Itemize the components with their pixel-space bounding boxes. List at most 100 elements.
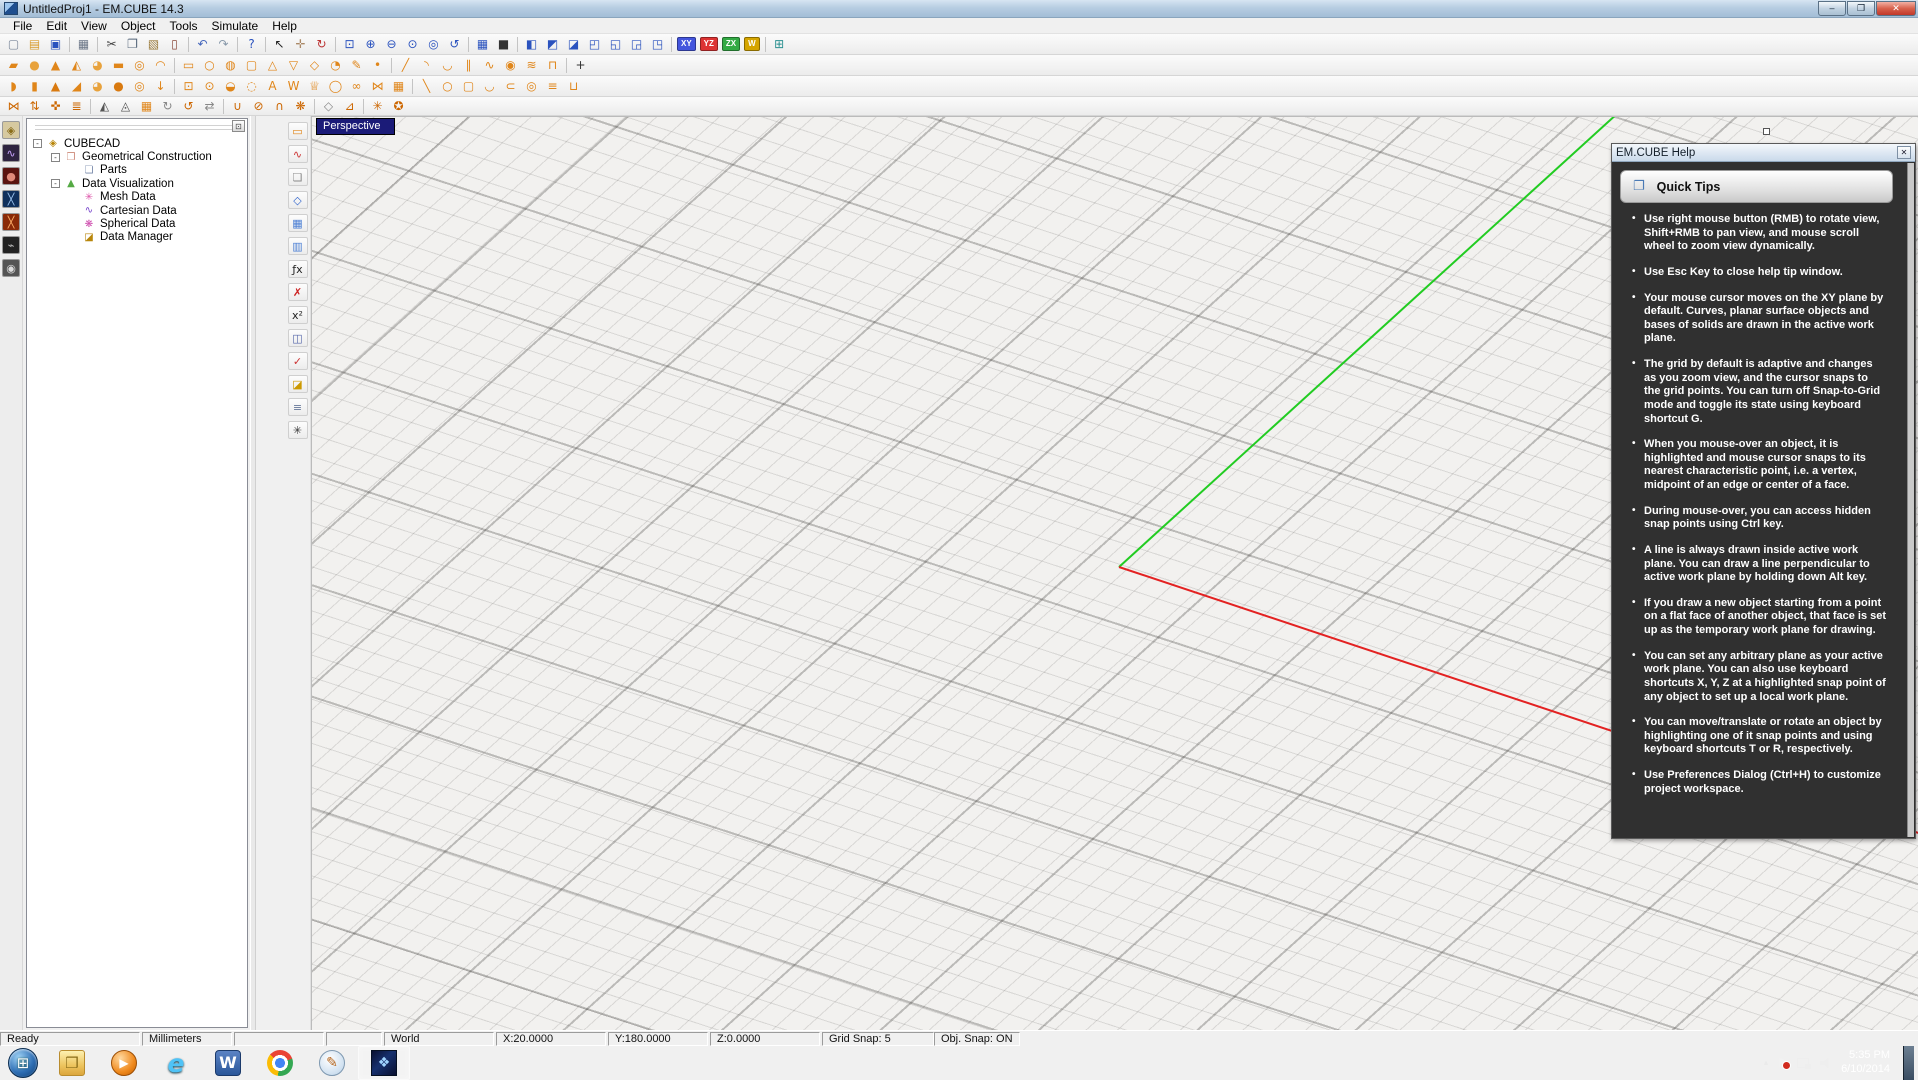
draw-sphere-button[interactable]: ● (24, 56, 45, 74)
draw-parallel-lines-button[interactable]: ∥ (458, 56, 479, 74)
module-dark-plug[interactable]: ⌁ (2, 236, 20, 254)
poly-surface-button[interactable]: W (283, 77, 304, 95)
ring-button[interactable]: ◯ (325, 77, 346, 95)
module-camera[interactable]: ◉ (2, 259, 20, 277)
open-file-button[interactable]: ▤ (24, 35, 45, 53)
module-red-sphere[interactable]: ● (2, 167, 20, 185)
undo-button[interactable]: ↶ (192, 35, 213, 53)
tree-item-parts[interactable]: ❏ Parts (27, 164, 247, 177)
panel-grip[interactable] (35, 129, 237, 131)
explode-button[interactable]: ❋ (290, 97, 311, 115)
menu-item[interactable]: File (6, 19, 39, 33)
menu-item[interactable]: Edit (39, 19, 74, 33)
draw-ellipsoid-button[interactable]: ◕ (87, 56, 108, 74)
draw-polygon-button[interactable]: ◇ (304, 56, 325, 74)
zoom-window-button[interactable]: ⊡ (339, 35, 360, 53)
delete-button[interactable]: ▯ (164, 35, 185, 53)
solid-torus-button[interactable]: ◎ (129, 77, 150, 95)
outline-track-button[interactable]: ⊔ (563, 77, 584, 95)
import-solid-button[interactable]: ↓ (150, 77, 171, 95)
draw-rectangle-button[interactable]: ▭ (178, 56, 199, 74)
zoom-extents-button[interactable]: ◎ (423, 35, 444, 53)
zoom-in-button[interactable]: ⊕ (360, 35, 381, 53)
network-icon[interactable] (1797, 1058, 1811, 1069)
exponent-button[interactable]: x² (288, 306, 308, 324)
delete-formula-button[interactable]: ✗ (288, 283, 308, 301)
star-button[interactable]: ✳ (367, 97, 388, 115)
crown-surface-button[interactable]: ♕ (304, 77, 325, 95)
zoom-selected-button[interactable]: ⊙ (402, 35, 423, 53)
solid-frustum-button[interactable]: ◢ (66, 77, 87, 95)
draw-curve-button[interactable]: ∿ (479, 56, 500, 74)
draw-pyramid-button[interactable]: ◭ (66, 56, 87, 74)
tray-expand-icon[interactable]: ▴ (1764, 1058, 1769, 1068)
draw-disk-button[interactable]: ▬ (108, 56, 129, 74)
menu-item[interactable]: Help (265, 19, 304, 33)
pen-line-button[interactable]: ╲ (416, 77, 437, 95)
project-tree-button[interactable]: ⊞ (769, 35, 790, 53)
measure-button[interactable]: ⊿ (339, 97, 360, 115)
render-settings-button[interactable]: ✳ (288, 421, 308, 439)
taskbar-emcube-icon[interactable]: ❖ (358, 1046, 410, 1080)
help-close-button[interactable]: ✕ (1897, 146, 1911, 159)
tree-item-cubecad[interactable]: - ◈ CUBECAD (27, 137, 247, 150)
viewport-3d[interactable]: Perspective EM.CUBE Help ✕ ❐ Quick Tips (311, 116, 1918, 1030)
draw-circle-button[interactable]: ○ (199, 56, 220, 74)
draw-pie-button[interactable]: ◔ (325, 56, 346, 74)
view-bottom-button[interactable]: ◪ (563, 35, 584, 53)
outline-u-button[interactable]: ◡ (479, 77, 500, 95)
outline-rounded-button[interactable]: ▢ (458, 77, 479, 95)
module-orange-cross[interactable]: ╳ (2, 213, 20, 231)
view-top-button[interactable]: ◩ (542, 35, 563, 53)
subtract-button[interactable]: ⊘ (248, 97, 269, 115)
taskbar-internet-explorer-icon[interactable]: e (150, 1046, 202, 1080)
function-fx-button[interactable]: ƒx (288, 260, 308, 278)
solid-cylinder-button[interactable]: ▮ (24, 77, 45, 95)
view-front-button[interactable]: ◰ (584, 35, 605, 53)
fit-curve-button[interactable]: ∿ (288, 145, 308, 163)
full-screen-button[interactable]: ■ (493, 35, 514, 53)
menu-item[interactable]: View (74, 19, 114, 33)
surface-rect-button[interactable]: ⊡ (178, 77, 199, 95)
draw-point-button[interactable]: • (367, 56, 388, 74)
draw-ucurve-button[interactable]: ◡ (437, 56, 458, 74)
calculator-button[interactable]: ≡ (288, 398, 308, 416)
view-right-button[interactable]: ◳ (647, 35, 668, 53)
new-file-button[interactable]: ▢ (3, 35, 24, 53)
help-button[interactable]: ? (241, 35, 262, 53)
data-manager-button[interactable]: ◪ (288, 375, 308, 393)
pan-button[interactable]: ✛ (290, 35, 311, 53)
surface-dome-button[interactable]: ◒ (220, 77, 241, 95)
taskbar-chrome-icon[interactable] (254, 1046, 306, 1080)
select-pointer-button[interactable]: ↖ (269, 35, 290, 53)
copy-button[interactable]: ❐ (122, 35, 143, 53)
tree-expander-icon[interactable]: - (51, 153, 60, 162)
draw-dome-button[interactable]: ◠ (150, 56, 171, 74)
zx-plane-button[interactable]: ZX (722, 37, 740, 51)
tree-item-spherical-data[interactable]: ❋ Spherical Data (27, 217, 247, 230)
menu-item[interactable]: Simulate (205, 19, 266, 33)
module-gold-cubecad[interactable]: ◈ (2, 121, 20, 139)
draw-trapezoid-button[interactable]: ▽ (283, 56, 304, 74)
cage-button[interactable]: ▦ (388, 77, 409, 95)
taskbar-explorer-icon[interactable]: ❒ (46, 1046, 98, 1080)
panel-grip[interactable] (35, 125, 237, 127)
text-label-button[interactable]: A (262, 77, 283, 95)
array-button[interactable]: ▦ (136, 97, 157, 115)
chain-button[interactable]: ⋈ (367, 77, 388, 95)
close-button[interactable]: ✕ (1876, 1, 1916, 16)
cut-button[interactable]: ✂ (101, 35, 122, 53)
restore-button[interactable]: ❐ (1847, 1, 1875, 16)
grid-corner-handle[interactable] (1763, 128, 1770, 135)
module-blue-cross[interactable]: ╳ (2, 190, 20, 208)
view-left-button[interactable]: ◲ (626, 35, 647, 53)
start-button[interactable]: ⊞ (0, 1046, 46, 1080)
zoom-previous-button[interactable]: ↺ (444, 35, 465, 53)
module-purple-waves[interactable]: ∿ (2, 144, 20, 162)
surface-circle-button[interactable]: ◌ (241, 77, 262, 95)
solid-ball-button[interactable]: ● (108, 77, 129, 95)
action-center-flag-icon[interactable]: ⚑ (1777, 1056, 1788, 1070)
add-more-button[interactable]: + (570, 56, 591, 74)
pin-button[interactable]: ✪ (388, 97, 409, 115)
mirror-object-button[interactable]: ◭ (94, 97, 115, 115)
